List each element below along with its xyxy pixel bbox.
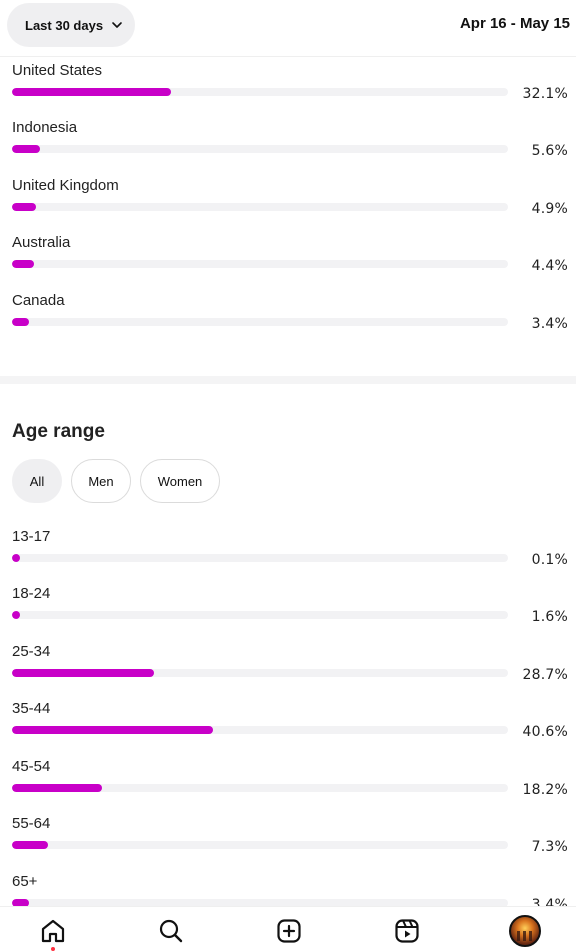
age-row: 55-64 7.3% [0,815,576,872]
filter-all-button[interactable]: All [12,459,62,503]
bar-track [12,88,508,96]
bar-track [12,145,508,153]
home-icon [41,919,65,943]
filter-label: Women [157,473,203,489]
bar-track [12,784,508,792]
bar-fill [12,260,34,268]
bar-fill [12,841,48,849]
bar-fill [12,203,36,211]
bar-fill [12,726,213,734]
bar-fill [12,318,29,326]
create-icon [277,919,301,943]
filter-label: All [29,473,45,489]
bar-fill [12,88,171,96]
bar-fill [12,145,40,153]
bar-fill [12,554,20,562]
age-row: 45-54 18.2% [0,758,576,815]
profile-avatar [509,915,541,947]
country-percent: 3.4% [531,316,568,332]
country-label: Indonesia [12,119,78,136]
bar-track [12,669,508,677]
country-percent: 4.9% [531,201,568,217]
age-label: 35-44 [12,700,51,717]
filter-women-button[interactable]: Women [140,459,220,503]
bottom-nav [0,906,576,951]
country-label: United States [12,62,103,79]
country-row: United States 32.1% [0,62,576,119]
section-divider [0,376,576,384]
country-row: Australia 4.4% [0,234,576,291]
date-span: Apr 16 - May 15 [459,15,570,32]
filter-men-button[interactable]: Men [71,459,131,503]
age-label: 13-17 [12,528,51,545]
age-row: 13-17 0.1% [0,528,576,585]
bar-track [12,260,508,268]
age-row: 25-34 28.7% [0,643,576,700]
age-range-title: Age range [12,421,105,442]
date-range-dropdown[interactable]: Last 30 days [7,3,135,47]
country-row: United Kingdom 4.9% [0,177,576,234]
date-range-label: Last 30 days [25,17,104,33]
age-label: 65+ [12,873,38,890]
age-label: 18-24 [12,585,51,602]
bar-fill [12,611,20,619]
age-label: 55-64 [12,815,51,832]
nav-home-button[interactable] [35,913,71,951]
country-row: Canada 3.4% [0,292,576,349]
bar-fill [12,669,154,677]
nav-profile-button[interactable] [507,913,543,949]
bar-track [12,726,508,734]
bar-track [12,611,508,619]
country-percent: 5.6% [531,143,568,159]
country-row: Indonesia 5.6% [0,119,576,176]
age-percent: 1.6% [531,609,568,625]
age-percent: 0.1% [531,552,568,568]
age-row: 18-24 1.6% [0,585,576,642]
age-percent: 28.7% [522,667,568,683]
age-percent: 18.2% [522,782,568,798]
bar-fill [12,784,102,792]
country-label: United Kingdom [12,177,119,194]
nav-create-button[interactable] [271,913,307,949]
bar-track [12,203,508,211]
country-label: Australia [12,234,71,251]
age-label: 25-34 [12,643,51,660]
country-percent: 32.1% [522,86,568,102]
bar-track [12,841,508,849]
search-icon [159,919,183,943]
age-row: 35-44 40.6% [0,700,576,757]
bar-track [12,554,508,562]
country-label: Canada [12,292,65,309]
bar-track [12,318,508,326]
insights-header: Last 30 days Apr 16 - May 15 [0,0,576,57]
nav-reels-button[interactable] [389,913,425,949]
country-percent: 4.4% [531,258,568,274]
filter-label: Men [88,473,114,489]
age-label: 45-54 [12,758,51,775]
chevron-down-icon [112,22,122,28]
age-percent: 7.3% [531,839,568,855]
age-percent: 40.6% [522,724,568,740]
reels-icon [395,919,419,943]
nav-search-button[interactable] [153,913,189,949]
notification-dot [51,947,55,951]
